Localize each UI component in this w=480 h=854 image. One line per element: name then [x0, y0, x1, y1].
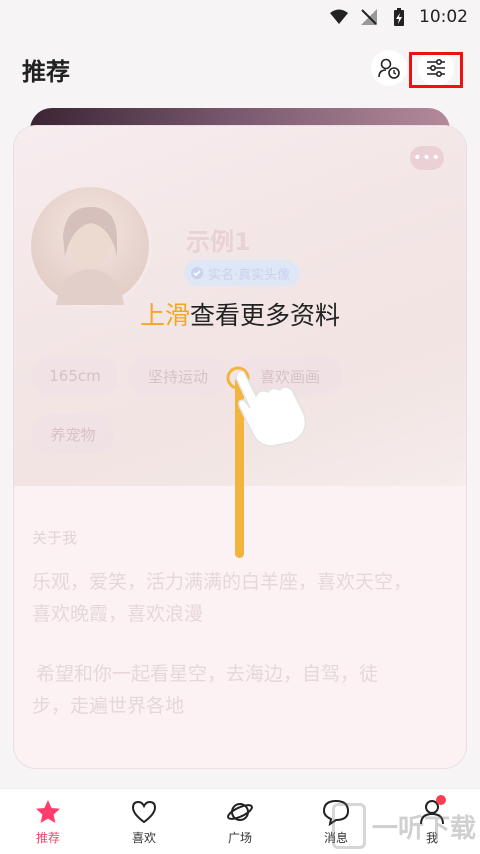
- status-bar: 10:02: [0, 0, 480, 34]
- watermark-text: 一听下载: [372, 813, 477, 844]
- wifi-icon: [330, 9, 348, 24]
- visitor-clock-icon: [378, 58, 400, 79]
- visitor-button[interactable]: [371, 50, 407, 86]
- tag-height: 165cm: [32, 356, 118, 396]
- verified-badge-label: 实名·真实头像: [208, 267, 291, 283]
- tab-like[interactable]: 喜欢: [96, 789, 192, 854]
- avatar-portrait: [56, 207, 124, 305]
- watermark: 一听下载: [332, 798, 476, 854]
- no-signal-icon: [361, 9, 377, 25]
- star-icon: [36, 800, 60, 823]
- tag-pets: 养宠物: [32, 414, 114, 454]
- planet-icon: [227, 803, 253, 821]
- watermark-logo: [332, 803, 366, 849]
- hand-pointer-icon: [226, 366, 307, 447]
- tab-label: 广场: [227, 831, 252, 845]
- filter-highlight-box: [409, 52, 463, 88]
- guide-text: 查看更多资料: [190, 301, 341, 330]
- tab-square[interactable]: 广场: [192, 789, 288, 854]
- heart-icon: [131, 800, 157, 824]
- swipe-up-guide: 上滑查看更多资料: [0, 296, 480, 332]
- battery-charging-icon: [394, 8, 404, 26]
- bio-line-1: 乐观，爱笑，活力满满的白羊座，喜欢天空，: [32, 571, 413, 593]
- status-time: 10:02: [419, 7, 468, 27]
- page-title: 推荐: [22, 58, 70, 86]
- header: 推荐: [0, 34, 480, 104]
- tab-label: 喜欢: [131, 831, 156, 845]
- bio-line-4: 步，走遍世界各地: [32, 695, 185, 717]
- avatar: [28, 184, 152, 308]
- profile-name: 示例1: [186, 228, 251, 256]
- verified-badge: 实名·真实头像: [184, 260, 301, 286]
- tab-label: 推荐: [35, 831, 60, 845]
- verified-shield-icon: [191, 267, 203, 279]
- bio-line-2: 喜欢晚霞，喜欢浪漫: [32, 603, 204, 625]
- tab-recommend[interactable]: 推荐: [0, 789, 96, 854]
- about-title: 关于我: [32, 529, 78, 547]
- tag-exercise: 坚持运动: [128, 356, 228, 396]
- more-options-icon[interactable]: •••: [410, 146, 444, 170]
- bio-line-3: 希望和你一起看星空，去海边，自驾，徒: [36, 663, 379, 685]
- guide-highlight: 上滑: [139, 301, 190, 330]
